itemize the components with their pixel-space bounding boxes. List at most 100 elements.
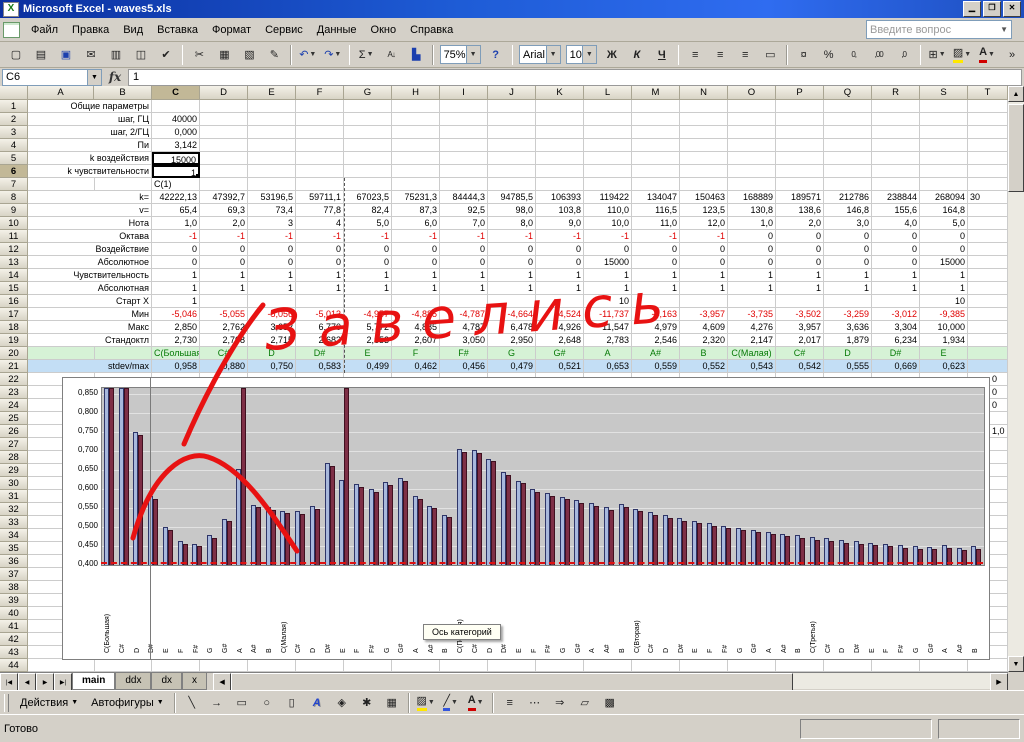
cell-E15[interactable]: 1 (248, 282, 296, 295)
cell-N15[interactable]: 1 (680, 282, 728, 295)
cell-I8[interactable]: 84444,3 (440, 191, 488, 204)
cell-D10[interactable]: 2,0 (200, 217, 248, 230)
cell-T7[interactable] (968, 178, 1008, 191)
cell-D6[interactable] (200, 165, 248, 178)
autosum-icon[interactable]: Σ ▼ (354, 44, 378, 66)
cell-O7[interactable] (728, 178, 776, 191)
font-color-icon[interactable]: А ▼ (975, 44, 999, 66)
cell-S16[interactable]: 10 (920, 295, 968, 308)
new-icon[interactable]: ▢ (4, 44, 28, 66)
cell-J12[interactable]: 0 (488, 243, 536, 256)
cell-T5[interactable] (968, 152, 1008, 165)
cell-H6[interactable] (392, 165, 440, 178)
row-header-40[interactable]: 40 (0, 607, 28, 620)
column-header-N[interactable]: N (680, 86, 728, 100)
column-header-C[interactable]: C (152, 86, 200, 100)
cell-D15[interactable]: 1 (200, 282, 248, 295)
row-header-20[interactable]: 20 (0, 347, 28, 360)
row-label-6[interactable]: k чувствительности (28, 165, 152, 178)
cell-J1[interactable] (488, 100, 536, 113)
row-header-16[interactable]: 16 (0, 295, 28, 308)
cell-F14[interactable]: 1 (296, 269, 344, 282)
cell-C1[interactable] (152, 100, 200, 113)
scroll-down-icon[interactable]: ▼ (1008, 656, 1024, 672)
cell-K5[interactable] (536, 152, 584, 165)
cell-S44[interactable] (920, 659, 968, 672)
cell-D11[interactable]: -1 (200, 230, 248, 243)
cell-T14[interactable] (968, 269, 1008, 282)
cell-M4[interactable] (632, 139, 680, 152)
cell-G20[interactable]: E (344, 347, 392, 360)
currency-icon[interactable]: ¤ (792, 44, 816, 66)
print-icon[interactable]: ▥ (104, 44, 128, 66)
cell-L21[interactable]: 0,653 (584, 360, 632, 373)
row-label-9[interactable]: v= (28, 204, 152, 217)
font-size-select[interactable]: 10 ▼ (565, 45, 597, 64)
cell-F44[interactable] (296, 659, 344, 672)
cell-P16[interactable] (776, 295, 824, 308)
cell-K16[interactable] (536, 295, 584, 308)
cell-M1[interactable] (632, 100, 680, 113)
arrow-icon[interactable]: → (205, 692, 229, 714)
autoshapes-menu[interactable]: Автофигуры ▼ (85, 695, 170, 711)
column-header-T[interactable]: T (968, 86, 1008, 100)
cell-O11[interactable]: 0 (728, 230, 776, 243)
cell-Q20[interactable]: D (824, 347, 872, 360)
cell-O15[interactable]: 1 (728, 282, 776, 295)
cell-H1[interactable] (392, 100, 440, 113)
cell-K10[interactable]: 9,0 (536, 217, 584, 230)
cell-P7[interactable] (776, 178, 824, 191)
cell-S4[interactable] (920, 139, 968, 152)
cell-I1[interactable] (440, 100, 488, 113)
cell-C16[interactable]: 1 (152, 295, 200, 308)
cell-R13[interactable]: 0 (872, 256, 920, 269)
cell-K2[interactable] (536, 113, 584, 126)
help-icon[interactable]: ? (484, 44, 508, 66)
cell-H18[interactable]: 4,885 (392, 321, 440, 334)
cell-E13[interactable]: 0 (248, 256, 296, 269)
spelling-icon[interactable]: ✔ (154, 44, 178, 66)
maximize-button[interactable]: ❐ (983, 1, 1001, 17)
cell-N3[interactable] (680, 126, 728, 139)
cell-N20[interactable]: B (680, 347, 728, 360)
cell-M13[interactable]: 0 (632, 256, 680, 269)
cell-P44[interactable] (776, 659, 824, 672)
cell-N18[interactable]: 4,609 (680, 321, 728, 334)
row-header-9[interactable]: 9 (0, 204, 28, 217)
cell-K12[interactable]: 0 (536, 243, 584, 256)
column-header-R[interactable]: R (872, 86, 920, 100)
tab-scroll-0[interactable]: |◀ (0, 673, 18, 691)
cell-G16[interactable] (344, 295, 392, 308)
cell-R44[interactable] (872, 659, 920, 672)
dash-style-icon[interactable]: ⋯ (523, 692, 547, 714)
actions-menu[interactable]: Действия ▼ (14, 695, 84, 711)
open-icon[interactable]: ▤ (29, 44, 53, 66)
cell-G18[interactable]: 5,772 (344, 321, 392, 334)
font-select[interactable]: Arial ▼ (518, 45, 561, 64)
cell-I4[interactable] (440, 139, 488, 152)
cell-I12[interactable]: 0 (440, 243, 488, 256)
cell-T11[interactable] (968, 230, 1008, 243)
cell-K3[interactable] (536, 126, 584, 139)
cell-E20[interactable]: D (248, 347, 296, 360)
horizontal-scroll-thumb[interactable] (231, 673, 794, 691)
cell-S18[interactable]: 10,000 (920, 321, 968, 334)
cell-O2[interactable] (728, 113, 776, 126)
row-header-26[interactable]: 26 (0, 425, 28, 438)
cell-T3[interactable] (968, 126, 1008, 139)
cell-P4[interactable] (776, 139, 824, 152)
tab-scroll-1[interactable]: ◀ (18, 673, 36, 691)
cell-N19[interactable]: 2,320 (680, 334, 728, 347)
paste-icon[interactable]: ▧ (237, 44, 261, 66)
cell-E2[interactable] (248, 113, 296, 126)
arrow-style-icon[interactable]: ⇒ (548, 692, 572, 714)
cell-O9[interactable]: 130,8 (728, 204, 776, 217)
menu-item-format[interactable]: Формат (205, 21, 258, 39)
row-label-19[interactable]: Стандоктл (28, 334, 152, 347)
cell-I10[interactable]: 7,0 (440, 217, 488, 230)
row-label-12[interactable]: Воздействие (28, 243, 152, 256)
cell-L19[interactable]: 2,783 (584, 334, 632, 347)
cell-C6[interactable]: 1 (152, 165, 200, 178)
row-header-12[interactable]: 12 (0, 243, 28, 256)
cell-D4[interactable] (200, 139, 248, 152)
